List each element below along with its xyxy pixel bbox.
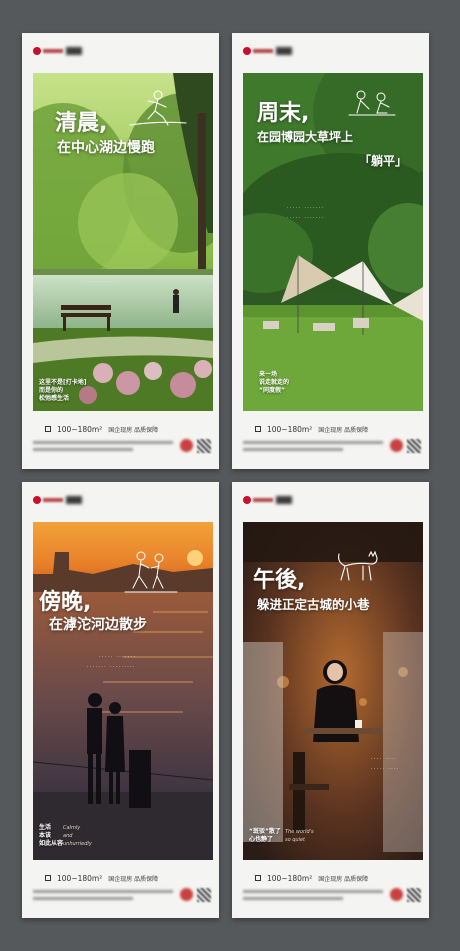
- poster-fine-print: · · · · · · · · · · · ·: [99, 655, 135, 660]
- blurred-disclaimer: [33, 441, 183, 455]
- poster-photo-park: 清晨, 在中心湖边慢跑 · · · · · · · · · · · · 这里不是…: [33, 73, 213, 411]
- poster-highlight: 「躺平」: [359, 154, 408, 168]
- square-icon: [255, 426, 261, 432]
- seal-icon: [180, 439, 193, 452]
- seal-icon: [390, 439, 403, 452]
- area-info: 100~180m² 国企现房 品质保障: [255, 423, 368, 435]
- poster-heading: 周末,: [257, 101, 310, 126]
- poster-subheading: 在园博园大草坪上: [257, 130, 354, 144]
- poster-caption-script: Calmly and unhurriedly: [63, 825, 92, 847]
- poster-footer: 100~180m² 国企现房 品质保障: [243, 421, 423, 461]
- poster-caption: 生活 本该 如此从容: [39, 824, 64, 847]
- poster-card-morning: 清晨, 在中心湖边慢跑 · · · · · · · · · · · · 这里不是…: [22, 33, 219, 469]
- poster-footer: 100~180m² 国企现房 品质保障: [33, 421, 213, 461]
- poster-subheading: 在中心湖边慢跑: [57, 140, 155, 156]
- poster-footer: 100~180m² 国企现房 品质保障: [33, 870, 213, 910]
- poster-photo-riverside: 傍晚, 在滹沱河边散步 · · · · · · · · · · · · · · …: [33, 522, 213, 860]
- brand-logo: [243, 46, 295, 56]
- square-icon: [45, 875, 51, 881]
- poster-fine-print: · · · · · · · · · · · ·: [287, 206, 323, 211]
- poster-photo-cafe: 午後, 躲进正定古城的小巷 · · · · · · · · · · · · · …: [243, 522, 423, 860]
- poster-fine-print: · · · · · · · ·: [371, 757, 396, 762]
- poster-card-afternoon: 午後, 躲进正定古城的小巷 · · · · · · · · · · · · · …: [232, 482, 429, 918]
- qr-code-icon: [197, 888, 211, 902]
- poster-heading: 傍晚,: [39, 590, 92, 615]
- poster-heading: 午後,: [253, 568, 306, 593]
- brand-logo: [243, 495, 295, 505]
- lounging-people-sketch-icon: [348, 90, 396, 116]
- qr-code-icon: [407, 439, 421, 453]
- qr-code-icon: [197, 439, 211, 453]
- poster-subheading: 躲进正定古城的小巷: [257, 597, 370, 612]
- seal-icon: [390, 888, 403, 901]
- jogger-sketch-icon: [129, 90, 187, 126]
- poster-subheading: 在滹沱河边散步: [49, 617, 147, 633]
- poster-fine-print: · · · · · · · · · · · ·: [287, 216, 323, 221]
- poster-caption-script: The world's so quiet: [285, 829, 314, 843]
- poster-card-weekend: 周末, 在园博园大草坪上 「躺平」 · · · · · · · · · · · …: [232, 33, 429, 469]
- poster-fine-print: · · · · · · · · · · · · · · · ·: [87, 665, 135, 670]
- poster-card-evening: 傍晚, 在滹沱河边散步 · · · · · · · · · · · · · · …: [22, 482, 219, 918]
- poster-photo-lawn: 周末, 在园博园大草坪上 「躺平」 · · · · · · · · · · · …: [243, 73, 423, 411]
- poster-fine-print: · · · · · · · · ·: [371, 767, 399, 772]
- blurred-disclaimer: [243, 441, 393, 455]
- brand-logo: [33, 495, 85, 505]
- blurred-disclaimer: [243, 890, 393, 904]
- brand-logo: [33, 46, 85, 56]
- seal-icon: [180, 888, 193, 901]
- square-icon: [255, 875, 261, 881]
- area-info: 100~180m² 国企现房 品质保障: [45, 872, 158, 884]
- walking-couple-sketch-icon: [124, 551, 178, 593]
- poster-footer: 100~180m² 国企现房 品质保障: [243, 870, 423, 910]
- poster-heading: 清晨,: [55, 111, 108, 136]
- poster-caption: 这里不是[打卡地] 而是你的 松弛感生活: [39, 379, 87, 402]
- cat-sketch-icon: [338, 550, 378, 581]
- blurred-disclaimer: [33, 890, 183, 904]
- area-info: 100~180m² 国企现房 品质保障: [45, 423, 158, 435]
- qr-code-icon: [407, 888, 421, 902]
- area-info: 100~180m² 国企现房 品质保障: [255, 872, 368, 884]
- poster-caption: 来一场 说走就走的 “同度假”: [259, 371, 290, 394]
- poster-fine-print: · · · · · · · · · · · ·: [85, 280, 118, 285]
- poster-caption: “斑驳”散了 心也静了: [249, 828, 281, 843]
- square-icon: [45, 426, 51, 432]
